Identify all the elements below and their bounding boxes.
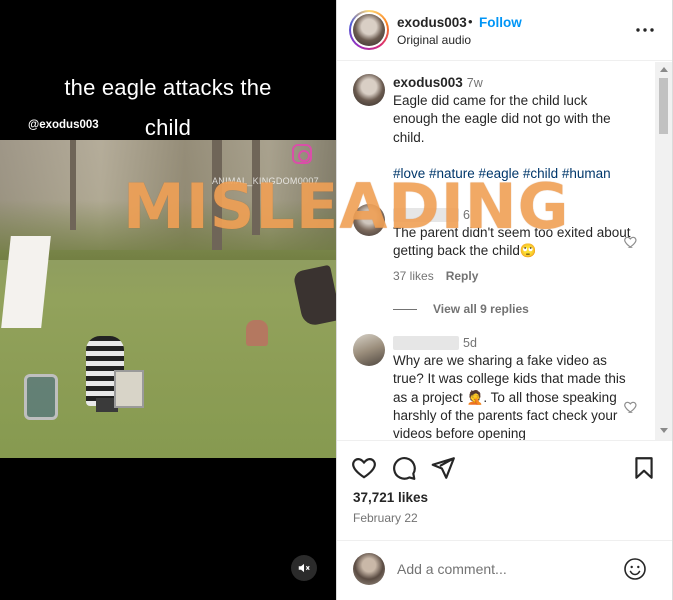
stroller xyxy=(24,374,58,420)
cart xyxy=(114,370,144,408)
comment-time: 5d xyxy=(463,336,477,350)
view-replies-button[interactable]: View all 9 replies xyxy=(393,302,529,316)
emoji-icon[interactable] xyxy=(623,557,647,581)
follow-button[interactable]: Follow xyxy=(479,15,522,30)
caption-comment: exodus003 7w Eagle did came for the child… xyxy=(393,74,633,183)
scrollbar-thumb[interactable] xyxy=(659,78,668,134)
author-username[interactable]: exodus003 xyxy=(397,15,467,30)
comment-avatar[interactable] xyxy=(353,334,385,366)
comment-username[interactable] xyxy=(393,336,459,351)
comment-item: 5d Why are we sharing a fake video as tr… xyxy=(393,334,633,440)
comment-body: Eagle did came for the child luck enough… xyxy=(393,93,611,145)
comment-composer: Add a comment... xyxy=(337,540,672,600)
post-panel: exodus003 • Follow Original audio exodus… xyxy=(336,0,673,600)
likes-count[interactable]: 37,721 likes xyxy=(353,490,428,505)
misleading-stamp: MISLEADING xyxy=(123,170,570,243)
comment-avatar[interactable] xyxy=(353,74,385,106)
comment-time: 7w xyxy=(466,76,483,90)
scroll-down-arrow-icon[interactable] xyxy=(660,428,668,433)
post-date[interactable]: February 22 xyxy=(353,511,418,525)
comment-username[interactable]: exodus003 xyxy=(393,75,463,90)
comment-likes[interactable]: 37 likes xyxy=(393,269,434,283)
comments-list[interactable]: exodus003 7w Eagle did came for the child… xyxy=(337,62,672,440)
author-avatar[interactable] xyxy=(349,10,389,50)
like-comment-heart-icon[interactable] xyxy=(623,234,639,250)
comment-icon[interactable] xyxy=(391,455,417,481)
comments-scrollbar[interactable] xyxy=(655,62,672,440)
more-options-button[interactable] xyxy=(633,18,657,42)
post-header: exodus003 • Follow Original audio xyxy=(337,0,672,61)
reply-button[interactable]: Reply xyxy=(446,269,479,283)
speaker-muted-icon xyxy=(298,563,310,573)
like-comment-heart-icon[interactable] xyxy=(623,399,639,415)
comment-emoji: 🙄 xyxy=(519,243,537,259)
separator-dot: • xyxy=(468,14,473,29)
more-options-icon xyxy=(636,28,654,32)
video-caption-line-1: the eagle attacks the xyxy=(64,75,272,100)
comment-emoji: 🤦 xyxy=(466,389,484,405)
child-figure xyxy=(246,320,268,346)
view-replies-label: View all 9 replies xyxy=(433,302,529,316)
mute-button[interactable] xyxy=(291,555,317,581)
audio-link[interactable]: Original audio xyxy=(397,33,471,47)
heart-icon[interactable] xyxy=(351,455,377,481)
post-actions: 37,721 likes February 22 xyxy=(337,440,672,540)
comment-meta: 37 likes Reply xyxy=(393,269,490,283)
video-player[interactable]: the eagle attacks the @exodus003 child A… xyxy=(0,0,336,600)
video-caption-line-2: child xyxy=(144,115,192,140)
white-sign xyxy=(1,236,51,328)
scroll-up-arrow-icon[interactable] xyxy=(660,67,668,72)
current-user-avatar xyxy=(353,553,385,585)
tree-trunk xyxy=(70,140,76,230)
eagle-figure xyxy=(292,264,336,328)
bookmark-icon[interactable] xyxy=(631,455,657,481)
add-comment-input[interactable]: Add a comment... xyxy=(397,561,507,577)
share-icon[interactable] xyxy=(430,455,456,481)
instagram-logo-icon xyxy=(292,144,312,164)
